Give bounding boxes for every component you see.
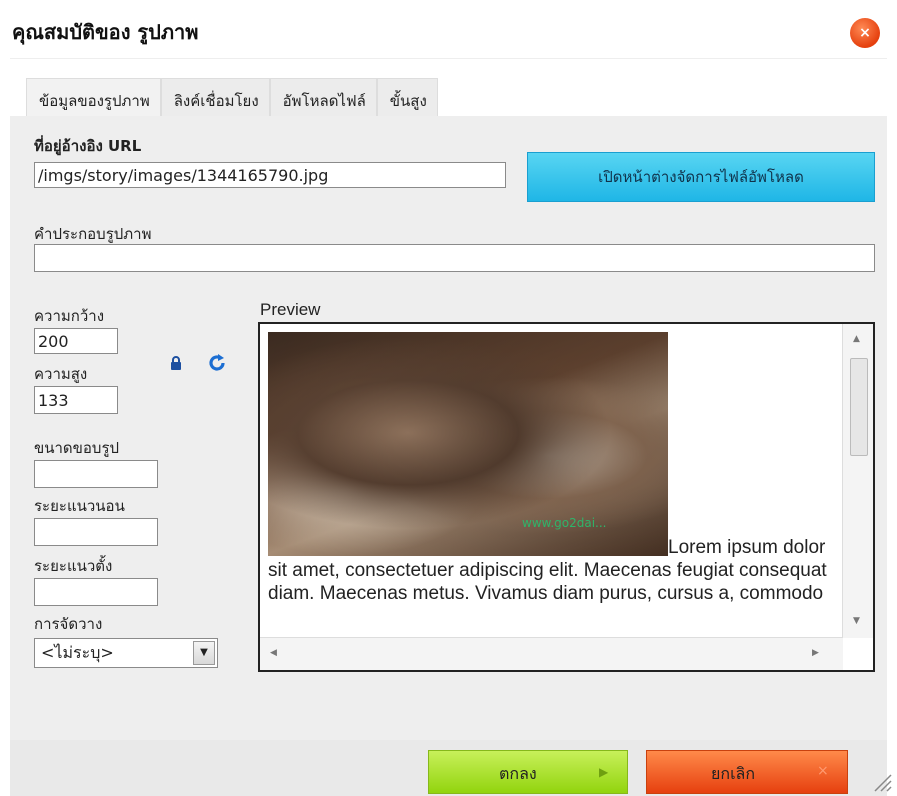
preview-label: Preview: [260, 300, 321, 319]
reset-size-icon[interactable]: [206, 352, 228, 374]
cancel-button-label: ยกเลิก: [711, 764, 756, 783]
align-label: การจัดวาง: [34, 615, 103, 633]
preview-vertical-scrollbar[interactable]: ▲ ▼: [842, 324, 873, 638]
caption-label: คำประกอบรูปภาพ: [34, 225, 152, 243]
ok-button[interactable]: ตกลง ▶: [428, 750, 628, 794]
border-label: ขนาดขอบรูป: [34, 439, 120, 457]
border-input[interactable]: [34, 460, 158, 488]
image-properties-dialog: คุณสมบัติของ รูปภาพ × ข้อมูลของรูปภาพ ลิ…: [0, 0, 897, 796]
vspace-label: ระยะแนวตั้ง: [34, 557, 113, 575]
play-icon: ▶: [599, 765, 609, 779]
preview-image: [268, 332, 668, 556]
tab-link[interactable]: ลิงค์เชื่อมโยง: [160, 78, 270, 116]
url-input[interactable]: [34, 162, 506, 188]
title-divider: [10, 58, 887, 59]
chevron-down-icon[interactable]: ▼: [193, 641, 215, 665]
lock-ratio-icon[interactable]: [170, 356, 182, 370]
ok-button-label: ตกลง: [499, 764, 537, 783]
url-label: ที่อยู่อ้างอิง URL: [34, 137, 142, 155]
tab-bar: ข้อมูลของรูปภาพ ลิงค์เชื่อมโยง อัพโหลดไฟ…: [26, 78, 438, 116]
browse-server-button[interactable]: เปิดหน้าต่างจัดการไฟล์อัพโหลด: [527, 152, 875, 202]
preview-horizontal-scrollbar[interactable]: ◀ ▶: [260, 637, 843, 670]
hspace-input[interactable]: [34, 518, 158, 546]
vspace-input[interactable]: [34, 578, 158, 606]
scroll-down-icon[interactable]: ▼: [853, 616, 860, 626]
resize-grip-icon[interactable]: [870, 770, 892, 792]
close-button[interactable]: ×: [850, 18, 880, 48]
height-input[interactable]: [34, 386, 118, 414]
height-label: ความสูง: [34, 365, 88, 383]
scroll-left-icon[interactable]: ◀: [270, 648, 277, 658]
tab-advanced[interactable]: ขั้นสูง: [376, 78, 438, 116]
preview-pane: www.go2dai... Lorem ipsum dolor sit amet…: [258, 322, 875, 672]
scrollbar-thumb[interactable]: [850, 358, 868, 456]
align-select[interactable]: <ไม่ระบุ> ▼: [34, 638, 218, 668]
preview-text: Lorem ipsum dolor sit amet, consectetuer…: [268, 537, 827, 604]
width-input[interactable]: [34, 328, 118, 354]
dialog-title: คุณสมบัติของ รูปภาพ: [12, 20, 199, 44]
caption-input[interactable]: [34, 244, 875, 272]
preview-watermark: www.go2dai...: [522, 516, 607, 530]
tab-upload[interactable]: อัพโหลดไฟล์: [269, 78, 377, 116]
hspace-label: ระยะแนวนอน: [34, 497, 125, 515]
cancel-button[interactable]: ยกเลิก ×: [646, 750, 848, 794]
scroll-right-icon[interactable]: ▶: [812, 648, 819, 658]
close-icon: ×: [859, 25, 871, 41]
align-selected-value: <ไม่ระบุ>: [41, 643, 114, 662]
width-label: ความกว้าง: [34, 307, 105, 325]
tab-image-info[interactable]: ข้อมูลของรูปภาพ: [26, 78, 161, 116]
scroll-up-icon[interactable]: ▲: [853, 334, 860, 344]
close-x-icon: ×: [817, 763, 829, 779]
